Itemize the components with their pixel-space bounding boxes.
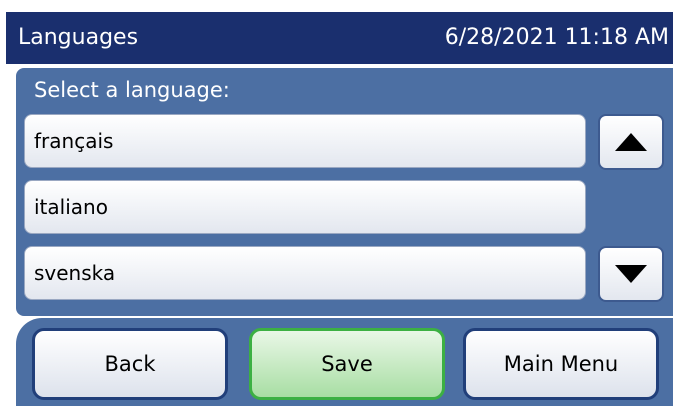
language-item-svenska[interactable]: svenska <box>24 246 586 300</box>
bottom-button-bar: Back Save Main Menu <box>16 318 673 406</box>
select-language-prompt: Select a language: <box>34 78 230 102</box>
back-button[interactable]: Back <box>32 328 228 400</box>
triangle-up-icon <box>615 133 647 151</box>
languages-screen: Languages 6/28/2021 11:18 AM Select a la… <box>0 0 673 406</box>
save-button[interactable]: Save <box>249 328 445 400</box>
language-item-francais[interactable]: français <box>24 114 586 168</box>
main-menu-button[interactable]: Main Menu <box>463 328 659 400</box>
scroll-down-button[interactable] <box>598 246 664 302</box>
language-item-italiano[interactable]: italiano <box>24 180 586 234</box>
save-button-label: Save <box>321 352 373 376</box>
language-label: français <box>34 129 114 153</box>
language-list-panel: Select a language: français italiano sve… <box>16 68 673 316</box>
header-bar: Languages 6/28/2021 11:18 AM <box>6 12 673 64</box>
page-title: Languages <box>18 25 139 50</box>
triangle-down-icon <box>615 265 647 283</box>
date-time: 6/28/2021 11:18 AM <box>444 25 669 50</box>
main-menu-button-label: Main Menu <box>503 352 619 376</box>
language-label: svenska <box>34 261 116 285</box>
language-label: italiano <box>34 195 108 219</box>
scroll-up-button[interactable] <box>598 114 664 170</box>
back-button-label: Back <box>104 352 156 376</box>
